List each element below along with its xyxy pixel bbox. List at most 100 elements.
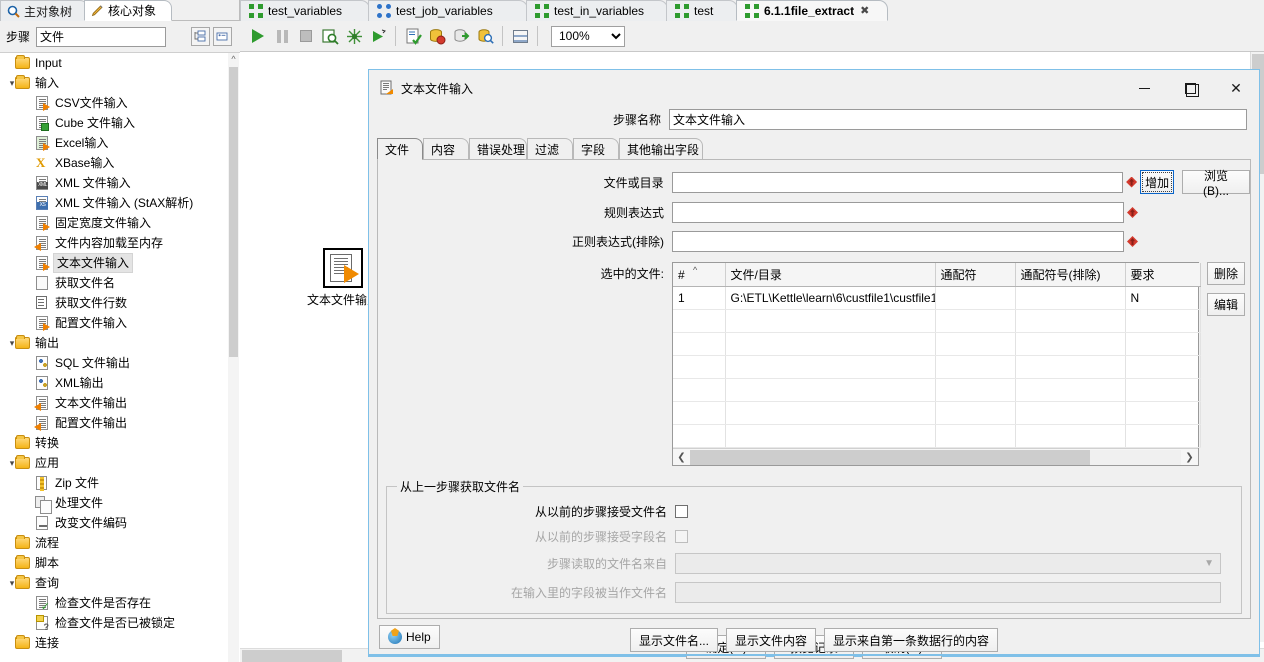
tab-filters[interactable]: 过滤 xyxy=(527,138,573,160)
pause-button[interactable] xyxy=(270,24,294,48)
tab-test-job-variables[interactable]: test_job_variables xyxy=(368,0,528,21)
show-last-preview-button[interactable] xyxy=(473,24,497,48)
tree-item[interactable]: 流程 xyxy=(0,533,240,553)
tree-item[interactable]: XML XML 文件输入 xyxy=(0,173,240,193)
cell-empty[interactable] xyxy=(935,378,1016,402)
cell-empty[interactable] xyxy=(725,401,936,425)
minimize-icon[interactable] xyxy=(1121,70,1167,106)
show-filenames-button[interactable]: 显示文件名... xyxy=(629,628,718,652)
table-horizontal-scrollbar[interactable]: ❮ ❯ xyxy=(673,448,1198,465)
dialog-title-bar[interactable]: 文本文件输入 ✕ xyxy=(369,70,1259,106)
cell-empty[interactable] xyxy=(673,424,726,448)
tree-item[interactable]: 改变文件编码 xyxy=(0,513,240,533)
tab-content[interactable]: 内容 xyxy=(423,138,469,160)
cell-empty[interactable] xyxy=(673,355,726,379)
tab-additional-output-fields[interactable]: 其他输出字段 xyxy=(619,138,703,160)
tab-error-handling[interactable]: 错误处理 xyxy=(469,138,527,160)
tree-item[interactable]: 文本文件输出 xyxy=(0,393,240,413)
delete-file-button[interactable]: 删除 xyxy=(1207,262,1245,285)
zoom-select[interactable]: 100% xyxy=(551,25,625,47)
tree-item[interactable]: ? 检查文件是否已被锁定 xyxy=(0,613,240,633)
scroll-up-arrow[interactable]: ^ xyxy=(228,53,239,65)
variable-diamond-icon[interactable] xyxy=(1127,207,1138,218)
cell-empty[interactable] xyxy=(935,424,1016,448)
scroll-thumb[interactable] xyxy=(690,449,1090,465)
close-icon[interactable]: ✖ xyxy=(860,4,869,17)
show-file-content-button[interactable]: 显示文件内容 xyxy=(725,628,816,652)
close-icon[interactable]: ✕ xyxy=(1213,70,1259,106)
tab-files[interactable]: 文件 xyxy=(377,138,423,160)
cell-empty[interactable] xyxy=(725,309,936,333)
tree-item[interactable]: 获取文件行数 xyxy=(0,293,240,313)
cell-empty[interactable] xyxy=(935,332,1016,356)
variable-diamond-icon[interactable] xyxy=(1127,236,1138,247)
step-name-input[interactable] xyxy=(669,109,1247,130)
stop-button[interactable] xyxy=(294,24,318,48)
tab-fields[interactable]: 字段 xyxy=(573,138,619,160)
verify-button[interactable] xyxy=(401,24,425,48)
tree-item[interactable]: 转换 xyxy=(0,433,240,453)
tree-expand-icon[interactable] xyxy=(191,27,210,46)
grid-button[interactable] xyxy=(508,24,532,48)
cell-empty[interactable] xyxy=(1125,378,1201,402)
tree-item[interactable]: SQL 文件输出 xyxy=(0,353,240,373)
col-file-directory[interactable]: 文件/目录 xyxy=(725,263,936,287)
cell-empty[interactable] xyxy=(1125,424,1201,448)
tree-item[interactable]: Zip 文件 xyxy=(0,473,240,493)
help-button[interactable]: Help xyxy=(379,625,440,649)
variable-diamond-icon[interactable] xyxy=(1126,177,1137,188)
cell-empty[interactable] xyxy=(935,401,1016,425)
scroll-thumb[interactable] xyxy=(229,67,238,357)
cell-empty[interactable] xyxy=(935,355,1016,379)
cell-empty[interactable] xyxy=(1015,378,1126,402)
cell-empty[interactable] xyxy=(725,424,936,448)
show-first-row-content-button[interactable]: 显示来自第一条数据行的内容 xyxy=(824,628,999,652)
tree-item[interactable]: XS XML 文件输入 (StAX解析) xyxy=(0,193,240,213)
tree-item[interactable]: ▾ 查询 xyxy=(0,573,240,593)
tree-item[interactable]: XML输出 xyxy=(0,373,240,393)
scroll-right-arrow[interactable]: ❯ xyxy=(1181,452,1198,463)
table-row[interactable] xyxy=(673,355,1201,379)
tree-item[interactable]: 固定宽度文件输入 xyxy=(0,213,240,233)
col-required[interactable]: 要求 xyxy=(1125,263,1201,287)
maximize-icon[interactable] xyxy=(1167,70,1213,106)
cell-empty[interactable] xyxy=(673,401,726,425)
cell-wildcard-exclude[interactable] xyxy=(1015,286,1126,310)
tab-main-object-tree[interactable]: 主对象树 xyxy=(0,0,88,21)
tree-item[interactable]: ✓ 检查文件是否存在 xyxy=(0,593,240,613)
cell-empty[interactable] xyxy=(673,378,726,402)
preview-button[interactable] xyxy=(318,24,342,48)
scroll-left-arrow[interactable]: ❮ xyxy=(673,452,690,463)
tree-item[interactable]: 配置文件输入 xyxy=(0,313,240,333)
tree-item[interactable]: ▾ 输出 xyxy=(0,333,240,353)
table-row[interactable]: 1 G:\ETL\Kettle\learn\6\custfile1\custfil… xyxy=(673,286,1201,310)
tree-item[interactable]: X XBase输入 xyxy=(0,153,240,173)
col-index[interactable]: # ^ xyxy=(673,263,726,287)
cell-empty[interactable] xyxy=(673,332,726,356)
tab-core-objects[interactable]: 核心对象 xyxy=(84,0,172,21)
cell-empty[interactable] xyxy=(673,309,726,333)
run-button[interactable] xyxy=(246,24,270,48)
tree-item[interactable]: 获取文件名 xyxy=(0,273,240,293)
table-row[interactable] xyxy=(673,332,1201,356)
table-row[interactable] xyxy=(673,424,1201,448)
scroll-track[interactable] xyxy=(690,449,1181,465)
cell-empty[interactable] xyxy=(725,332,936,356)
cell-empty[interactable] xyxy=(1125,401,1201,425)
tree-item[interactable]: CSV文件输入 xyxy=(0,93,240,113)
replay-button[interactable] xyxy=(366,24,390,48)
tree-item[interactable]: Cube 文件输入 xyxy=(0,113,240,133)
table-row[interactable] xyxy=(673,401,1201,425)
cell-empty[interactable] xyxy=(1015,332,1126,356)
file-or-directory-input[interactable] xyxy=(671,171,1124,193)
col-wildcard[interactable]: 通配符 xyxy=(935,263,1016,287)
tree-item[interactable]: 连接 xyxy=(0,633,240,653)
tree-collapse-icon[interactable] xyxy=(213,27,232,46)
step-search-input[interactable] xyxy=(36,26,167,47)
browse-file-button[interactable]: 浏览(B)... xyxy=(1182,169,1250,198)
tree-item[interactable]: 脚本 xyxy=(0,553,240,573)
tree-item[interactable]: Input xyxy=(0,53,240,73)
selected-files-table[interactable]: # ^ 文件/目录 通配符 通配符号(排除) 要求 1 G:\ETL\Kettle\… xyxy=(672,262,1201,466)
tree-item[interactable]: 文件内容加载至内存 xyxy=(0,233,240,253)
tab-test-in-variables[interactable]: test_in_variables xyxy=(526,0,668,21)
